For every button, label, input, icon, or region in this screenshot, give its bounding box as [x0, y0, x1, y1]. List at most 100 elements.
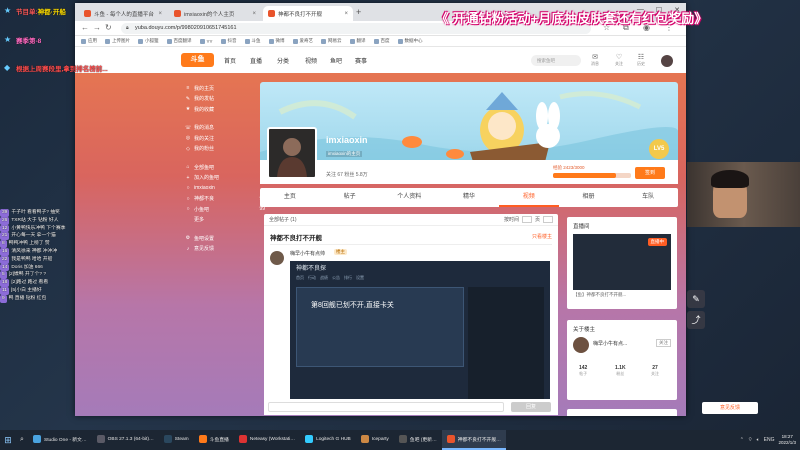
sign-in-button[interactable]: 签到: [635, 167, 665, 179]
bookmark-item[interactable]: 斗鱼: [244, 38, 261, 44]
profile-tab[interactable]: 车队: [618, 188, 678, 207]
screenshot-tab: 首页: [296, 275, 304, 280]
taskbar-app[interactable]: 斗鱼直播: [194, 430, 234, 450]
network-icon[interactable]: ⌔: [748, 437, 753, 443]
reply-input[interactable]: [268, 402, 504, 412]
bookmark-item[interactable]: 数据中心: [397, 38, 423, 44]
left-menu-item[interactable]: ✎ 我的发帖: [185, 94, 265, 105]
new-tab-icon[interactable]: +: [356, 7, 361, 17]
left-menu-item[interactable]: + 加入的鱼吧: [185, 173, 265, 184]
chevron-up-icon[interactable]: ⌃: [740, 437, 744, 443]
search-icon[interactable]: ⌕: [16, 436, 28, 444]
live-thumbnail[interactable]: 直播中: [573, 234, 671, 290]
bookmark-item[interactable]: 上传图片: [105, 38, 130, 44]
left-menu-item[interactable]: ◇ 我的粉丝: [185, 144, 265, 155]
back-icon[interactable]: ←: [81, 23, 89, 32]
profile-tab[interactable]: 精华: [439, 188, 499, 207]
forward-icon[interactable]: →: [93, 23, 101, 32]
sort-select[interactable]: 按时间: [504, 216, 519, 223]
page-input[interactable]: [521, 216, 532, 223]
windows-start-icon[interactable]: ⊞: [0, 435, 16, 446]
left-menu-item[interactable]: ★ 我的收藏: [185, 104, 265, 115]
history-icon[interactable]: ☷ 历史: [637, 53, 645, 67]
post-title[interactable]: 神都不良打不开舰: [270, 232, 322, 242]
clock[interactable]: 18:27 2022/1/3: [778, 434, 796, 446]
edit-icon[interactable]: ✎: [687, 290, 705, 308]
nav-yuba[interactable]: 鱼吧: [330, 56, 342, 65]
op-name[interactable]: 嗨早小牛有点...: [593, 340, 627, 347]
op-avatar[interactable]: [573, 337, 589, 353]
bookmark-item[interactable]: 应用: [81, 38, 97, 44]
post-screenshot[interactable]: 神都不良探 首页 行动 战绩 公告 排行 设置 第8回舰已划不开,直接卡关: [290, 261, 550, 411]
profile-tab[interactable]: 个人资料: [379, 188, 439, 207]
profile-tab[interactable]: 相册: [559, 188, 619, 207]
profile-tab[interactable]: 视频: [498, 188, 559, 207]
volume-icon[interactable]: 🔈︎: [757, 437, 760, 443]
left-menu-item[interactable]: ○神都不良99: [185, 194, 265, 205]
bookmark-item[interactable]: 抖音: [220, 38, 237, 44]
nav-category[interactable]: 分类: [277, 56, 289, 65]
message-icon[interactable]: ✉ 消息: [591, 53, 599, 67]
taskbar-app[interactable]: OBS 27.1.3 (64-bit)…: [92, 430, 159, 450]
profile-avatar[interactable]: [267, 127, 317, 179]
bookmark-item[interactable]: 爱奇艺: [292, 38, 313, 44]
bookmark-item[interactable]: 小狐狸: [138, 38, 159, 44]
close-tab-icon[interactable]: ×: [344, 11, 348, 17]
share-icon[interactable]: ⤴: [687, 311, 705, 329]
app-icon: [360, 435, 369, 443]
taskbar-app[interactable]: 鱼吧 (更新…: [394, 430, 442, 450]
feed-filter[interactable]: 全部帖子 (1): [269, 216, 297, 223]
left-menu-item[interactable]: ☏ 我的消息: [185, 123, 265, 134]
reply-button[interactable]: 回复: [511, 402, 551, 412]
menu-item-label: imxiaoxin: [194, 185, 215, 192]
nav-video[interactable]: 视频: [305, 56, 317, 65]
comment-username[interactable]: 嗨早小牛有点帅: [290, 250, 325, 257]
comment-avatar[interactable]: [270, 251, 284, 265]
left-menu-item[interactable]: ≡ 我的主页: [185, 83, 265, 94]
browser-tab-active[interactable]: 神都不良打不开舰 ×: [263, 6, 353, 21]
profile-tab[interactable]: 主页: [260, 188, 320, 207]
nav-esports[interactable]: 赛事: [355, 56, 367, 65]
taskbar-app[interactable]: Steam: [159, 430, 194, 450]
taskbar-app[interactable]: Iceparty: [356, 430, 394, 450]
bookmark-item[interactable]: 翻译: [349, 38, 366, 44]
page-input-2[interactable]: [543, 216, 553, 223]
left-menu-item[interactable]: ⌂ 全部鱼吧: [185, 162, 265, 173]
left-menu-item[interactable]: ○ imxiaoxin: [185, 183, 265, 194]
input-language[interactable]: ENG: [764, 437, 775, 443]
reload-icon[interactable]: ↻: [105, 23, 112, 32]
browser-tab[interactable]: 斗鱼 - 每个人的直播平台 ×: [79, 6, 167, 21]
close-tab-icon[interactable]: ×: [158, 11, 162, 17]
profile-tabs: 主页 帖子 个人资料 精华 视频 相册 车队: [260, 188, 678, 207]
left-menu-item[interactable]: ○ 小鱼吧 99: [185, 204, 265, 215]
exp-progress-fill: [553, 173, 617, 178]
user-avatar[interactable]: [661, 55, 673, 67]
feedback-button[interactable]: 意见反馈: [702, 402, 758, 414]
follow-icon[interactable]: ♡ 关注: [615, 53, 623, 67]
live-caption[interactable]: 【鱼】神都不良打不开舰...: [573, 292, 626, 298]
close-tab-icon[interactable]: ×: [252, 11, 256, 17]
douyu-logo[interactable]: 斗鱼: [181, 53, 214, 67]
bookmark-item[interactable]: 微博: [268, 38, 285, 44]
taskbar-app[interactable]: Logitech G HUB: [300, 430, 356, 450]
browser-tab[interactable]: imxiaoxin的个人主页 ×: [169, 6, 261, 21]
nav-live[interactable]: 直播: [250, 56, 262, 65]
profile-strip: [260, 160, 678, 184]
taskbar-app[interactable]: Neteasy (Workstati…: [234, 430, 300, 450]
profile-tab[interactable]: 帖子: [320, 188, 380, 207]
menu-item-label: 我的发帖: [194, 96, 215, 103]
only-op-link[interactable]: 只看楼主: [532, 233, 552, 240]
left-menu-item[interactable]: ♪ 意见反馈: [185, 244, 265, 255]
site-search-input[interactable]: 搜索鱼吧: [531, 55, 581, 66]
follow-button[interactable]: 关注: [656, 339, 671, 347]
bookmark-item[interactable]: YY: [199, 38, 213, 44]
bookmark-item[interactable]: 网易云: [321, 38, 342, 44]
taskbar-app[interactable]: Studio One - 新文…: [28, 430, 92, 450]
bookmark-item[interactable]: 百度翻译: [166, 38, 192, 44]
left-menu-item[interactable]: ⚙ 鱼吧设置: [185, 233, 265, 244]
left-menu-item[interactable]: ◎ 我的关注: [185, 133, 265, 144]
nav-home[interactable]: 首页: [224, 56, 236, 65]
left-menu-item[interactable]: 更多: [185, 215, 265, 226]
taskbar-app[interactable]: 神都不良打不开舰…: [441, 430, 506, 450]
bookmark-item[interactable]: 百度: [373, 38, 390, 44]
